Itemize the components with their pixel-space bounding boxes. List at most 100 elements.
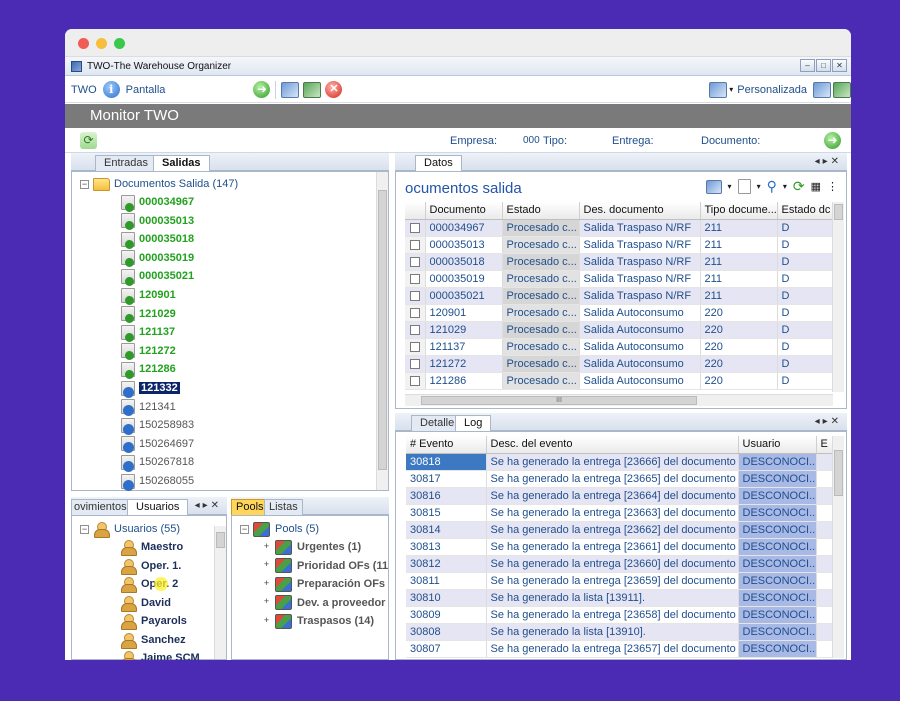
- table-cell[interactable]: 30810: [406, 589, 487, 607]
- table-cell[interactable]: DESCONOCI...: [738, 589, 817, 607]
- info-icon[interactable]: i: [102, 81, 120, 98]
- table-row[interactable]: 30807 Se ha generado la entrega [23657] d…: [406, 640, 833, 658]
- datos-hscroll[interactable]: III: [405, 394, 833, 406]
- table-row[interactable]: 30809 Se ha generado la entrega [23658] d…: [406, 606, 833, 624]
- tree-item[interactable]: 121341: [121, 398, 176, 417]
- table-cell[interactable]: 30812: [406, 555, 487, 573]
- expand-icon[interactable]: +: [262, 578, 271, 589]
- pool-item[interactable]: + Traspasos (14): [262, 612, 374, 630]
- table-cell[interactable]: D: [777, 304, 834, 322]
- table-cell[interactable]: D: [777, 355, 834, 373]
- table-cell[interactable]: Se ha generado la entrega [23665] del do…: [486, 470, 739, 488]
- users-scrollbar[interactable]: [214, 526, 226, 659]
- tree-item[interactable]: 121286: [121, 360, 176, 379]
- table-cell[interactable]: Salida Autoconsumo: [579, 355, 701, 373]
- row-checkbox-cell[interactable]: [405, 321, 426, 339]
- pane-controls[interactable]: ◂▸✕: [195, 500, 222, 511]
- table-cell[interactable]: Se ha generado la entrega [23663] del do…: [486, 504, 739, 522]
- table-cell[interactable]: 30815: [406, 504, 487, 522]
- document-icon[interactable]: [737, 179, 751, 194]
- row-checkbox[interactable]: [409, 375, 420, 386]
- tree-item[interactable]: 000035019: [121, 249, 194, 268]
- close-dot-icon[interactable]: [78, 38, 89, 49]
- pool-item[interactable]: + Preparación OFs: [262, 575, 385, 593]
- user-item[interactable]: David: [120, 594, 171, 612]
- row-checkbox[interactable]: [409, 290, 420, 301]
- table-cell[interactable]: [816, 640, 833, 658]
- table-cell[interactable]: [816, 555, 833, 573]
- table-cell[interactable]: DESCONOCI...: [738, 538, 817, 556]
- table-cell[interactable]: D: [777, 372, 834, 390]
- table-cell[interactable]: Salida Traspaso N/RF: [579, 219, 701, 237]
- tab-salidas[interactable]: Salidas: [153, 155, 210, 171]
- row-checkbox[interactable]: [409, 358, 420, 369]
- pools-root[interactable]: − Pools (5): [240, 520, 319, 538]
- table-cell[interactable]: Procesado c...: [502, 219, 580, 237]
- table-cell[interactable]: D: [777, 321, 834, 339]
- zoom-dot-icon[interactable]: [114, 38, 125, 49]
- minimize-icon[interactable]: –: [800, 59, 815, 72]
- table-cell[interactable]: DESCONOCI...: [738, 606, 817, 624]
- table-cell[interactable]: D: [777, 287, 834, 305]
- tree-item[interactable]: 150267818: [121, 453, 194, 472]
- row-checkbox[interactable]: [409, 239, 420, 250]
- collapse-icon[interactable]: −: [80, 179, 89, 189]
- windows-icon[interactable]: [281, 81, 300, 98]
- table-row[interactable]: 000035018 Procesado c... Salida Traspaso N…: [405, 253, 834, 271]
- expand-icon[interactable]: +: [262, 597, 271, 607]
- row-checkbox-cell[interactable]: [405, 355, 426, 373]
- table-cell[interactable]: Salida Autoconsumo: [579, 338, 701, 356]
- table-cell[interactable]: 30816: [406, 487, 487, 505]
- pantalla-menu[interactable]: Pantalla: [126, 84, 166, 96]
- table-cell[interactable]: DESCONOCI...: [738, 470, 817, 488]
- table-cell[interactable]: [816, 538, 833, 556]
- table-cell[interactable]: 000035019: [425, 270, 503, 288]
- chevron-down-icon[interactable]: ▾: [783, 182, 787, 191]
- table-row[interactable]: 30817 Se ha generado la entrega [23665] d…: [406, 470, 833, 488]
- refresh-icon[interactable]: ⟳: [80, 132, 97, 149]
- table-cell[interactable]: Salida Autoconsumo: [579, 321, 701, 339]
- table-cell[interactable]: 211: [700, 236, 778, 254]
- table-cell[interactable]: [816, 504, 833, 522]
- tab-movimientos[interactable]: ovimientos: [71, 499, 136, 515]
- column-header[interactable]: # Evento: [406, 436, 487, 454]
- expand-icon[interactable]: +: [262, 615, 271, 626]
- table-cell[interactable]: D: [777, 270, 834, 288]
- table-row[interactable]: 000034967 Procesado c... Salida Traspaso N…: [405, 219, 834, 237]
- tree-item[interactable]: 120901: [121, 286, 176, 305]
- table-cell[interactable]: 120901: [425, 304, 503, 322]
- tree-item[interactable]: 121332: [121, 379, 180, 398]
- table-cell[interactable]: 220: [700, 321, 778, 339]
- table-cell[interactable]: Se ha generado la lista [13910].: [486, 623, 739, 641]
- pool-item[interactable]: + Dev. a proveedor: [262, 594, 385, 612]
- table-row[interactable]: 30813 Se ha generado la entrega [23661] d…: [406, 538, 833, 556]
- table-cell[interactable]: Salida Autoconsumo: [579, 304, 701, 322]
- table-cell[interactable]: 211: [700, 219, 778, 237]
- table-row[interactable]: 120901 Procesado c... Salida Autoconsumo 22…: [405, 304, 834, 322]
- column-header[interactable]: E: [816, 436, 833, 454]
- expand-icon[interactable]: +: [262, 541, 271, 552]
- row-checkbox[interactable]: [409, 307, 420, 318]
- tab-listas[interactable]: Listas: [264, 499, 303, 515]
- maximize-icon[interactable]: □: [816, 59, 831, 72]
- table-cell[interactable]: Procesado c...: [502, 236, 580, 254]
- tree-item[interactable]: 000035021: [121, 267, 194, 286]
- tab-log[interactable]: Log: [455, 415, 492, 431]
- table-cell[interactable]: 121272: [425, 355, 503, 373]
- close-icon[interactable]: ✕: [832, 59, 847, 72]
- table-cell[interactable]: DESCONOCI...: [738, 521, 817, 539]
- tree-scrollbar[interactable]: [376, 172, 388, 490]
- table-cell[interactable]: 220: [700, 304, 778, 322]
- empresa-value[interactable]: 000: [523, 135, 540, 146]
- layout-icon[interactable]: [709, 81, 728, 98]
- table-cell[interactable]: [816, 521, 833, 539]
- table-cell[interactable]: Salida Traspaso N/RF: [579, 253, 701, 271]
- table-cell[interactable]: 30807: [406, 640, 487, 658]
- users-root[interactable]: − Usuarios (55): [80, 520, 180, 538]
- pane-controls[interactable]: ◂▸✕: [815, 156, 842, 167]
- user-item[interactable]: Jaime SCM: [120, 649, 200, 660]
- table-cell[interactable]: D: [777, 338, 834, 356]
- tree-item[interactable]: 121029: [121, 305, 176, 324]
- panel-view-icon[interactable]: [833, 81, 851, 98]
- row-checkbox-cell[interactable]: [405, 253, 426, 271]
